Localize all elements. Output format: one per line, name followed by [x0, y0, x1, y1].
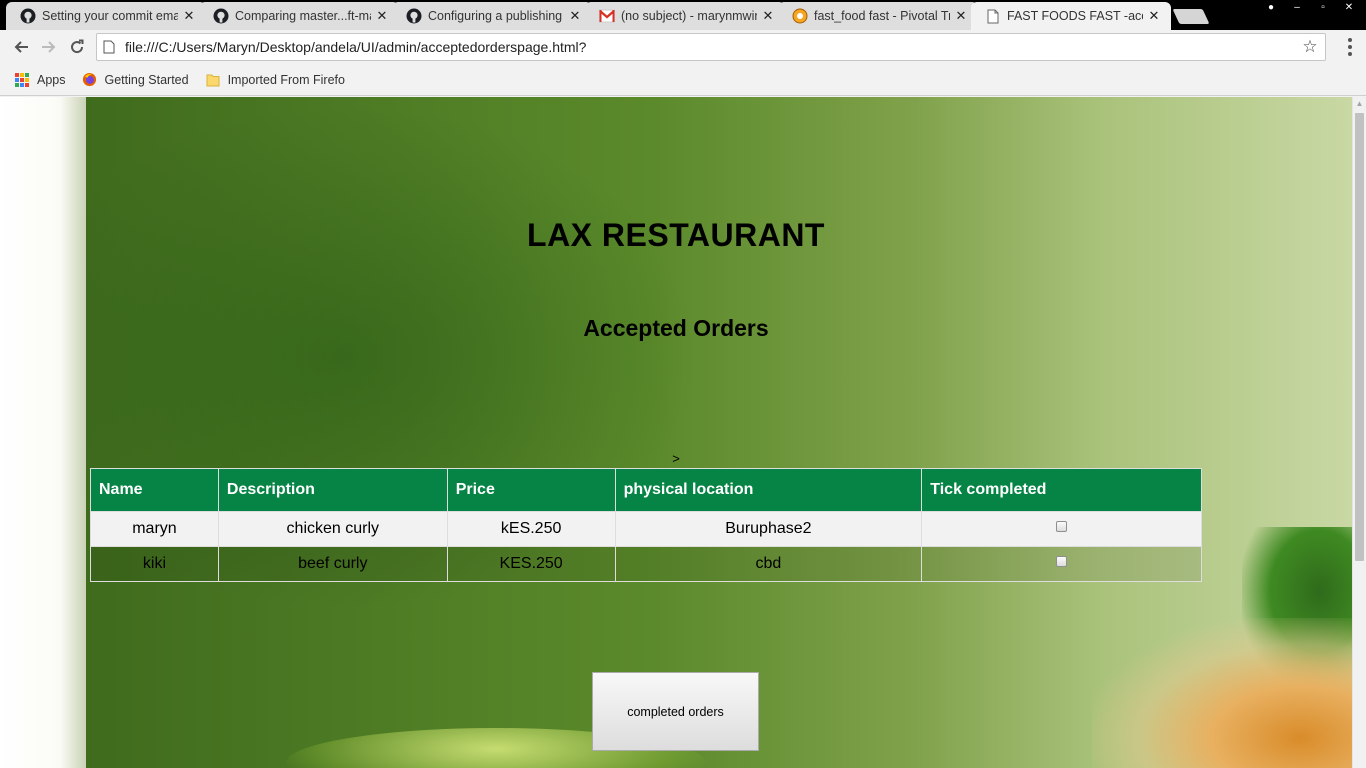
bookmarks-bar: Apps Getting Started Imported From Firef…: [0, 64, 1366, 96]
url-text[interactable]: file:///C:/Users/Maryn/Desktop/andela/UI…: [125, 39, 1295, 55]
section-title: Accepted Orders: [583, 315, 769, 341]
column-header-name: Name: [90, 468, 219, 512]
cell-description: beef curly: [217, 546, 448, 582]
github-icon: [20, 8, 36, 24]
close-icon[interactable]: ✕: [954, 9, 968, 23]
tab-title: Configuring a publishing: [428, 9, 563, 23]
browser-menu-icon[interactable]: [1344, 38, 1356, 56]
tab-title: FAST FOODS FAST -acce: [1007, 9, 1143, 23]
tab-title: Comparing master...ft-ma: [235, 9, 371, 23]
cell-completed: [921, 511, 1202, 547]
browser-toolbar: file:///C:/Users/Maryn/Desktop/andela/UI…: [0, 30, 1366, 64]
cell-location: cbd: [614, 546, 923, 582]
column-header-price: Price: [446, 468, 616, 512]
new-tab-button[interactable]: [1172, 9, 1210, 24]
back-icon[interactable]: [10, 36, 32, 58]
address-bar[interactable]: file:///C:/Users/Maryn/Desktop/andela/UI…: [96, 33, 1326, 61]
browser-tab[interactable]: (no subject) - marynmwir ✕: [585, 2, 785, 30]
forward-icon[interactable]: [38, 36, 60, 58]
bookmark-folder-imported[interactable]: Imported From Firefo: [205, 72, 345, 88]
page-info-icon[interactable]: [103, 40, 117, 54]
close-icon[interactable]: ✕: [375, 9, 389, 23]
column-header-description: Description: [217, 468, 448, 512]
page-viewport: LAX RESTAURANT Accepted Orders > Name De…: [0, 97, 1366, 768]
vertical-scrollbar[interactable]: ▲: [1352, 97, 1366, 768]
pivotal-icon: [792, 8, 808, 24]
completed-checkbox[interactable]: [1056, 521, 1068, 533]
cell-price: KES.250: [446, 546, 616, 582]
column-header-completed: Tick completed: [921, 468, 1202, 512]
tab-title: (no subject) - marynmwir: [621, 9, 757, 23]
completed-orders-button[interactable]: completed orders: [592, 672, 759, 751]
profile-icon[interactable]: ●: [1260, 0, 1282, 16]
orders-table: Name Description Price physical location…: [90, 468, 1202, 582]
github-icon: [406, 8, 422, 24]
cell-name: kiki: [90, 546, 219, 582]
minimize-icon[interactable]: –: [1286, 0, 1308, 16]
site-title: LAX RESTAURANT: [527, 217, 825, 253]
browser-tab[interactable]: Comparing master...ft-ma ✕: [199, 2, 399, 30]
cell-price: kES.250: [446, 511, 616, 547]
bookmark-label: Imported From Firefo: [227, 72, 345, 87]
cell-name: maryn: [90, 511, 219, 547]
github-icon: [213, 8, 229, 24]
column-header-location: physical location: [614, 468, 923, 512]
browser-tab[interactable]: Configuring a publishing ✕: [392, 2, 592, 30]
browser-tab[interactable]: Setting your commit ema ✕: [6, 2, 206, 30]
page-content: LAX RESTAURANT Accepted Orders > Name De…: [0, 97, 1352, 768]
maximize-icon[interactable]: ▫: [1312, 0, 1334, 16]
page-icon: [985, 8, 1001, 24]
gmail-icon: [599, 8, 615, 24]
table-header-row: Name Description Price physical location…: [90, 468, 1202, 512]
apps-grid-icon: [14, 72, 30, 88]
table-row: kiki beef curly KES.250 cbd: [90, 546, 1202, 582]
bookmark-star-icon[interactable]: ☆: [1295, 37, 1325, 57]
tab-strip: Setting your commit ema ✕ Comparing mast…: [0, 0, 1366, 30]
window-close-icon[interactable]: ✕: [1338, 0, 1360, 16]
firefox-icon: [82, 72, 98, 88]
cell-completed: [921, 546, 1202, 582]
scroll-up-icon[interactable]: ▲: [1353, 97, 1366, 111]
close-icon[interactable]: ✕: [568, 9, 582, 23]
reload-icon[interactable]: [66, 36, 88, 58]
cell-location: Buruphase2: [614, 511, 923, 547]
close-icon[interactable]: ✕: [182, 9, 196, 23]
scrollbar-thumb[interactable]: [1355, 113, 1364, 561]
close-icon[interactable]: ✕: [761, 9, 775, 23]
cell-description: chicken curly: [217, 511, 448, 547]
browser-tab-active[interactable]: FAST FOODS FAST -acce ✕: [971, 2, 1171, 30]
close-icon[interactable]: ✕: [1147, 9, 1161, 23]
stray-text: >: [672, 451, 680, 466]
browser-tab[interactable]: fast_food fast - Pivotal Tr ✕: [778, 2, 978, 30]
tab-title: fast_food fast - Pivotal Tr: [814, 9, 950, 23]
bookmark-label: Apps: [37, 72, 66, 87]
bookmark-label: Getting Started: [104, 72, 189, 87]
tab-title: Setting your commit ema: [42, 9, 178, 23]
completed-checkbox[interactable]: [1056, 556, 1068, 568]
bookmark-getting-started[interactable]: Getting Started: [82, 72, 189, 88]
bookmark-apps[interactable]: Apps: [14, 72, 66, 88]
folder-icon: [205, 72, 221, 88]
table-row: maryn chicken curly kES.250 Buruphase2: [90, 511, 1202, 547]
